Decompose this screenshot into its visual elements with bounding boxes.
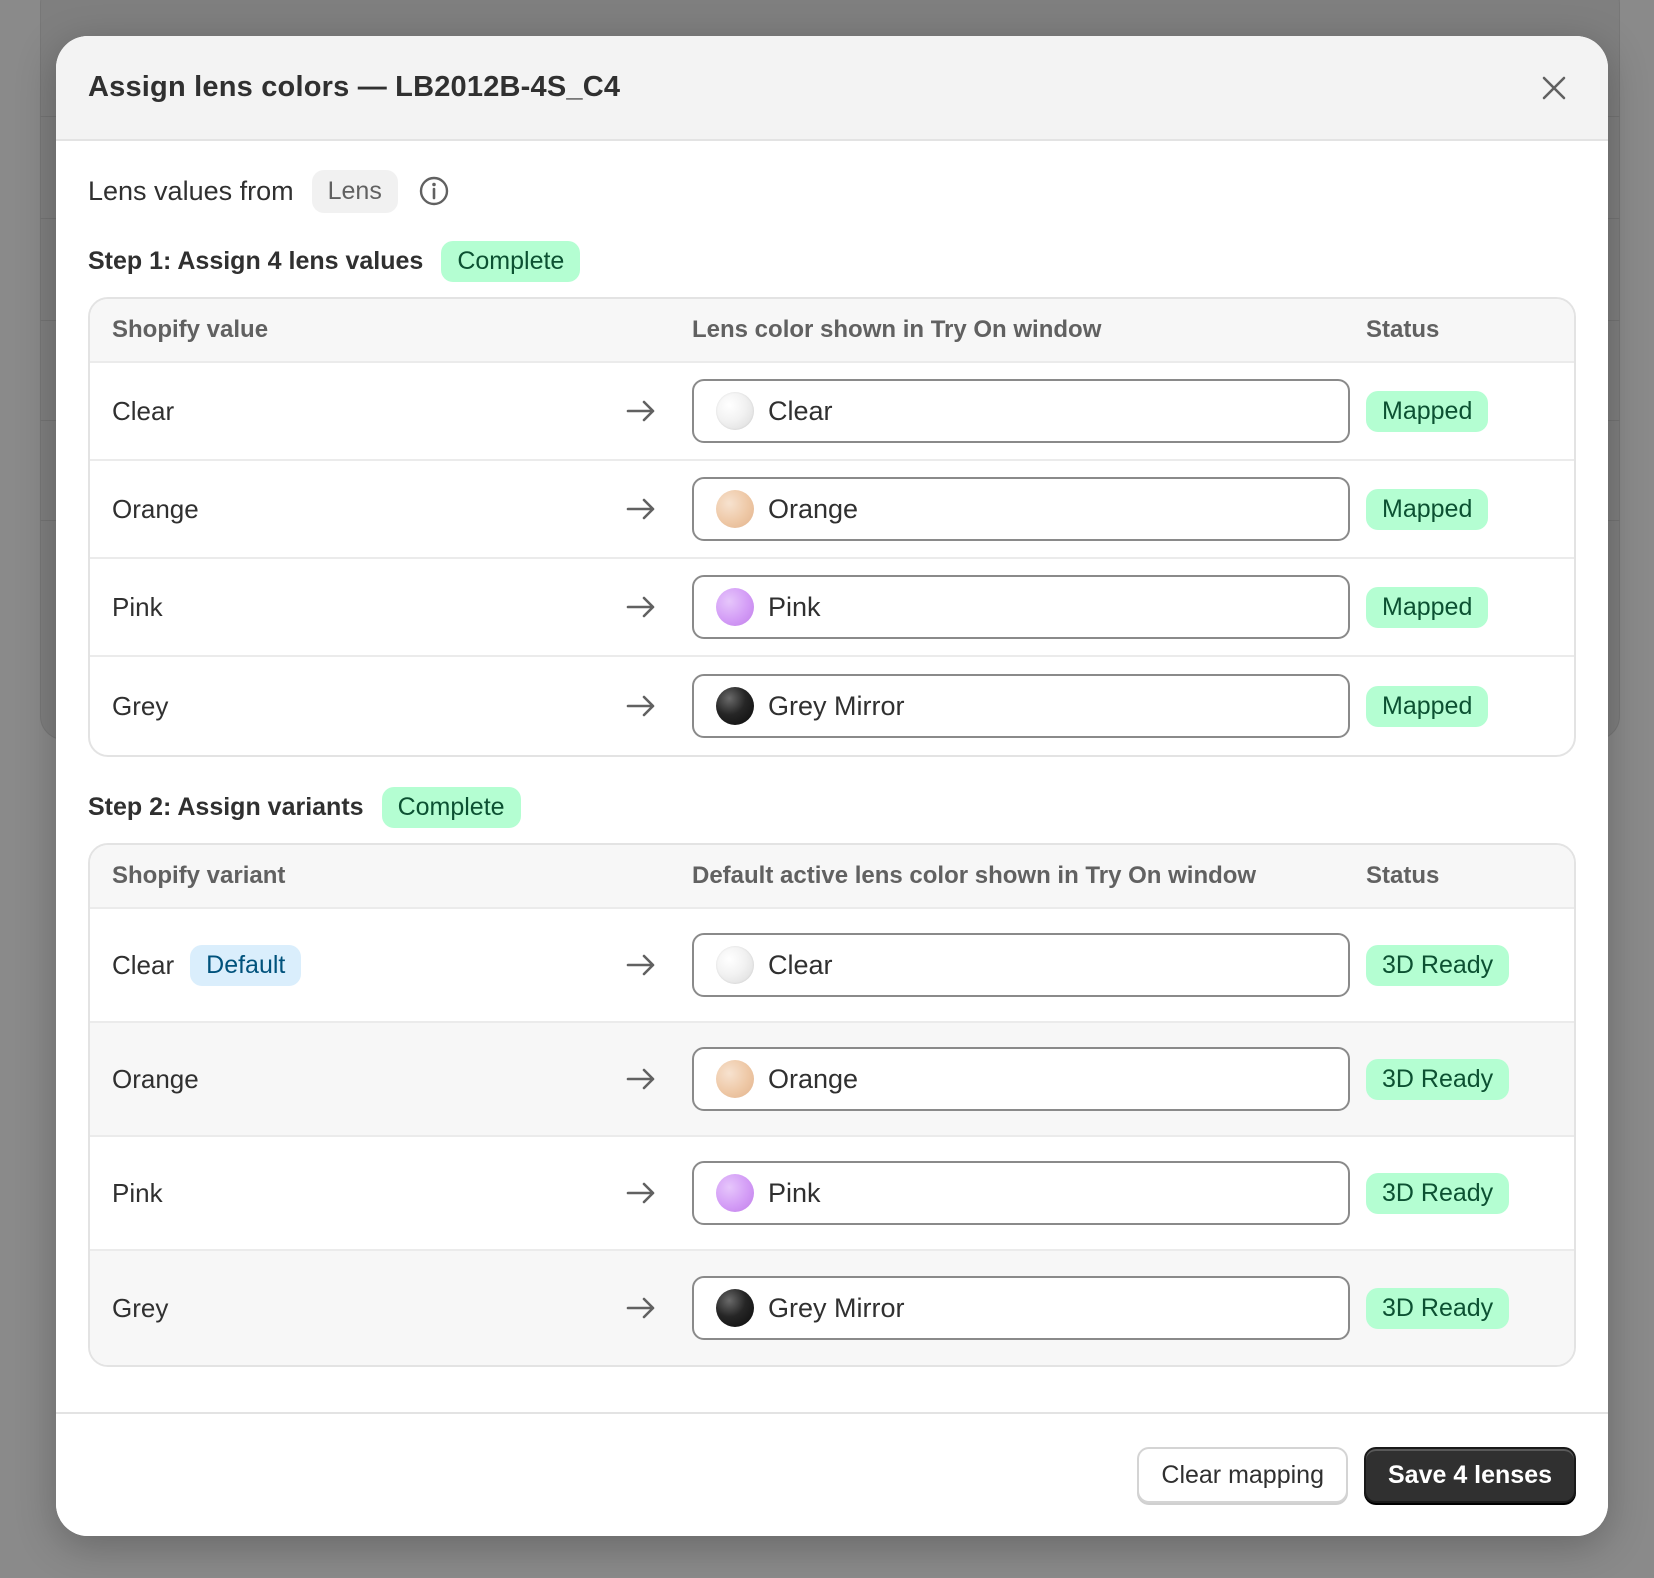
lens-color-label: Clear [768, 949, 833, 980]
lens-swatch-clear [716, 392, 754, 430]
status-badge: 3D Ready [1366, 1287, 1510, 1329]
lens-swatch-clear [716, 946, 754, 984]
clear-mapping-button[interactable]: Clear mapping [1137, 1447, 1348, 1503]
step-2-status-badge: Complete [381, 786, 521, 828]
lens-color-label: Grey Mirror [768, 1292, 905, 1323]
column-header-status: Status [1366, 862, 1440, 889]
shopify-variant: Pink [112, 1177, 163, 1208]
step-1-title: Step 1: Assign 4 lens values [88, 246, 424, 275]
status-badge: Mapped [1366, 390, 1489, 432]
table-header: Shopify variant Default active lens colo… [90, 845, 1574, 909]
info-icon[interactable] [418, 175, 450, 207]
default-badge: Default [190, 944, 302, 986]
variants-table: Shopify variant Default active lens colo… [88, 843, 1576, 1367]
table-row: Grey Grey Mirror 3D Ready [90, 1251, 1574, 1365]
step-2-title: Step 2: Assign variants [88, 792, 364, 821]
default-lens-select[interactable]: Orange [692, 1047, 1350, 1111]
arrow-right-icon [626, 695, 655, 717]
lens-source-chip: Lens [311, 169, 398, 213]
arrow-right-icon [626, 1182, 655, 1204]
lens-color-select[interactable]: Clear [692, 379, 1350, 443]
table-row: Pink Pink 3D Ready [90, 1137, 1574, 1251]
lens-swatch-orange [716, 1060, 754, 1098]
column-header-status: Status [1366, 316, 1440, 343]
lens-color-label: Orange [768, 493, 859, 524]
step-2-header: Step 2: Assign variants Complete [88, 786, 1576, 828]
lens-color-select[interactable]: Pink [692, 575, 1350, 639]
step-1-header: Step 1: Assign 4 lens values Complete [88, 240, 1576, 282]
shopify-value: Orange [112, 493, 199, 524]
arrow-right-icon [626, 1297, 655, 1319]
lens-swatch-pink [716, 588, 754, 626]
column-header-shopify-variant: Shopify variant [112, 862, 286, 889]
lens-color-select[interactable]: Orange [692, 477, 1350, 541]
table-row: Orange Orange 3D Ready [90, 1023, 1574, 1137]
save-lenses-button[interactable]: Save 4 lenses [1363, 1447, 1576, 1503]
shopify-value: Pink [112, 591, 163, 622]
column-header-default-lens-color: Default active lens color shown in Try O… [692, 862, 1257, 889]
status-badge: Mapped [1366, 586, 1489, 628]
status-badge: 3D Ready [1366, 1172, 1510, 1214]
lens-color-label: Grey Mirror [768, 690, 905, 721]
table-row: Pink Pink Mapped [90, 559, 1574, 657]
column-header-lens-color: Lens color shown in Try On window [692, 316, 1102, 343]
lens-swatch-pink [716, 1174, 754, 1212]
arrow-right-icon [626, 1068, 655, 1090]
shopify-variant: Orange [112, 1063, 199, 1094]
shopify-variant: Clear [112, 949, 175, 980]
step-1-status-badge: Complete [441, 240, 581, 282]
lens-color-select[interactable]: Grey Mirror [692, 674, 1350, 738]
table-row: Clear Clear Mapped [90, 363, 1574, 461]
shopify-value: Clear [112, 395, 175, 426]
table-row: Grey Grey Mirror Mapped [90, 657, 1574, 755]
lens-swatch-grey [716, 1289, 754, 1327]
arrow-right-icon [626, 954, 655, 976]
default-lens-select[interactable]: Clear [692, 933, 1350, 997]
column-header-shopify-value: Shopify value [112, 316, 269, 343]
arrow-right-icon [626, 400, 655, 422]
modal-header: Assign lens colors — LB2012B-4S_C4 [56, 36, 1608, 141]
lens-values-table: Shopify value Lens color shown in Try On… [88, 297, 1576, 757]
lens-color-label: Clear [768, 395, 833, 426]
close-button[interactable] [1532, 66, 1576, 110]
lens-swatch-grey [716, 687, 754, 725]
lens-color-label: Pink [768, 1177, 821, 1208]
lens-color-label: Pink [768, 591, 821, 622]
status-badge: Mapped [1366, 488, 1489, 530]
table-row: Clear Default Clear 3D Ready [90, 909, 1574, 1023]
arrow-right-icon [626, 498, 655, 520]
close-icon [1542, 76, 1566, 99]
lens-swatch-orange [716, 490, 754, 528]
default-lens-select[interactable]: Grey Mirror [692, 1276, 1350, 1340]
status-badge: 3D Ready [1366, 1058, 1510, 1100]
table-header: Shopify value Lens color shown in Try On… [90, 299, 1574, 363]
shopify-variant: Grey [112, 1292, 169, 1323]
default-lens-select[interactable]: Pink [692, 1161, 1350, 1225]
modal-body: Lens values from Lens Step 1: Assign 4 l… [56, 141, 1608, 1367]
status-badge: 3D Ready [1366, 944, 1510, 986]
assign-lens-colors-modal: Assign lens colors — LB2012B-4S_C4 Lens … [56, 36, 1608, 1536]
lens-source-label: Lens values from [88, 175, 294, 206]
lens-source-row: Lens values from Lens [88, 141, 1576, 241]
modal-footer: Clear mapping Save 4 lenses [56, 1412, 1608, 1536]
modal-title: Assign lens colors — LB2012B-4S_C4 [88, 71, 621, 103]
lens-color-label: Orange [768, 1063, 859, 1094]
arrow-right-icon [626, 596, 655, 618]
status-badge: Mapped [1366, 685, 1489, 727]
shopify-value: Grey [112, 690, 169, 721]
table-row: Orange Orange Mapped [90, 461, 1574, 559]
